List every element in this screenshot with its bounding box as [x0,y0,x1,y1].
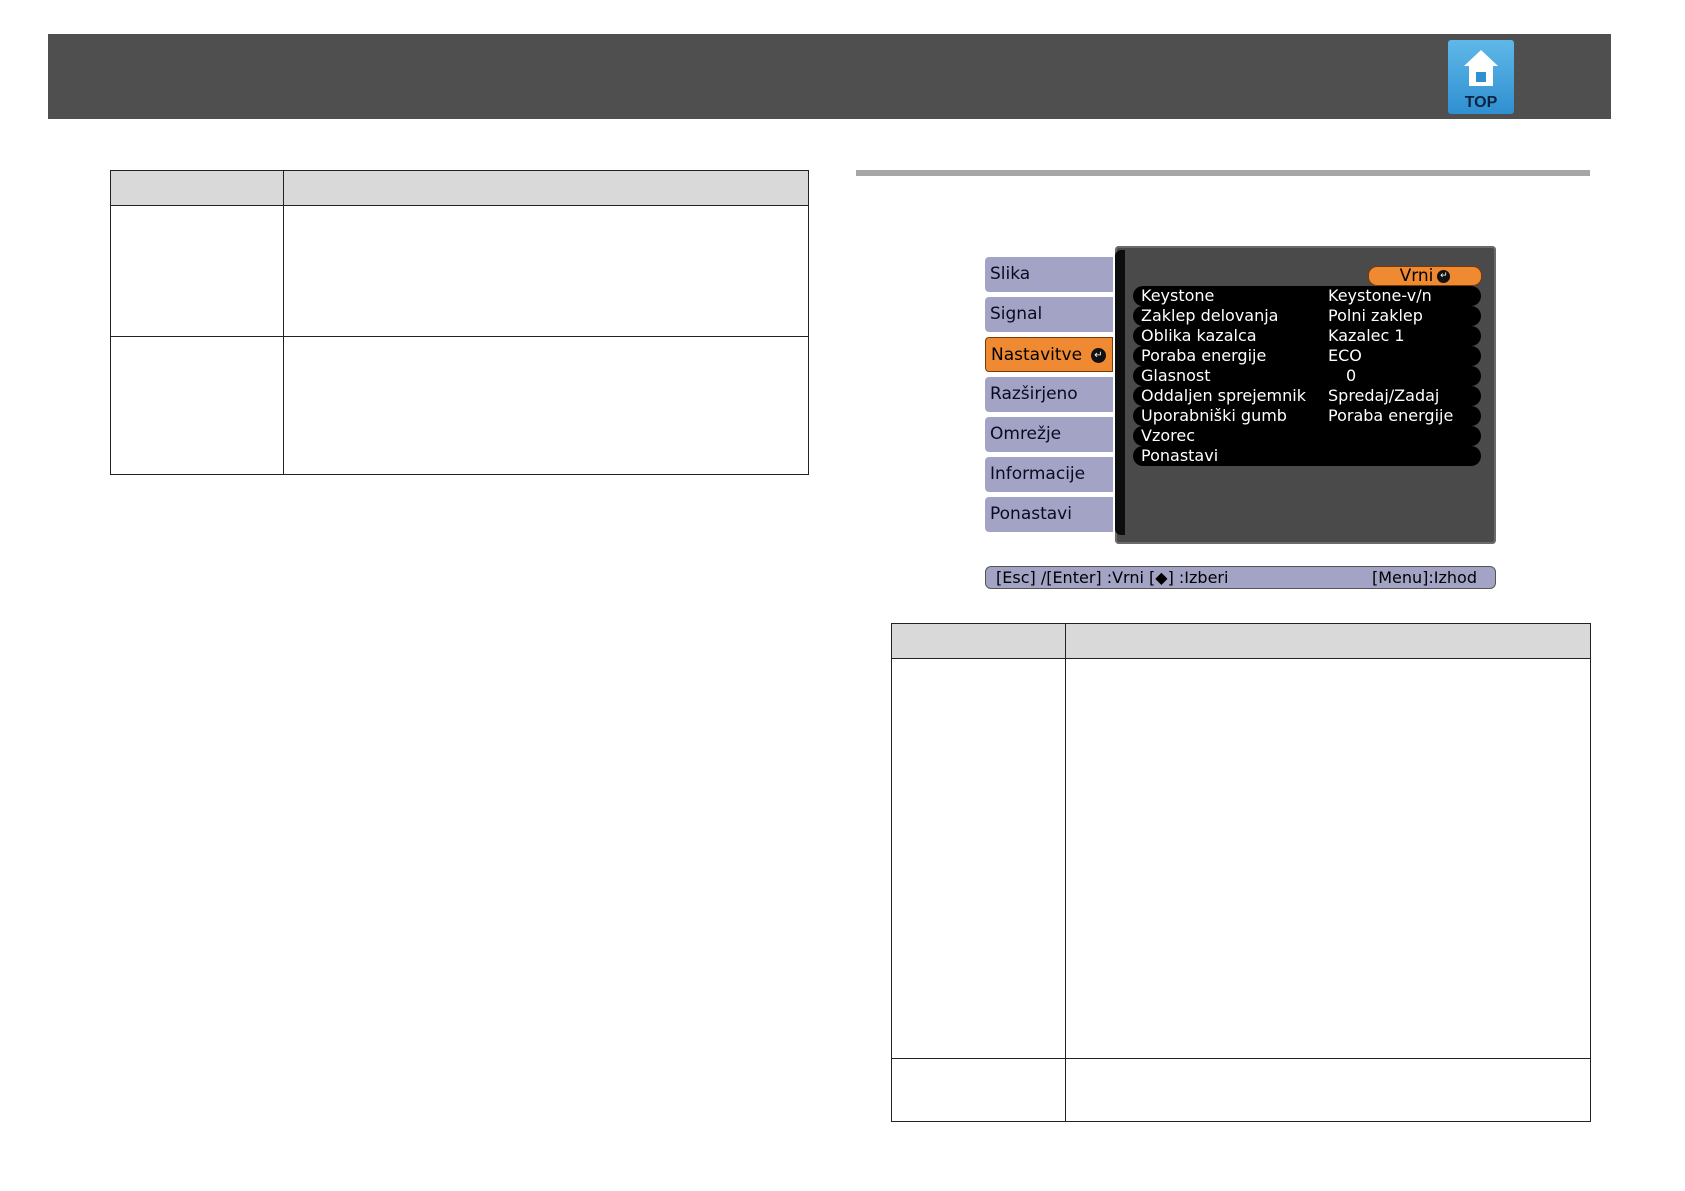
left-table-header-1 [110,170,284,206]
row-value: Polni zaklep [1328,306,1423,325]
help-left: [Esc] /[Enter] :Vrni [◆] :Izberi [996,568,1229,587]
row-value: Keystone-v/n [1328,286,1432,305]
right-table-header-1 [891,623,1066,659]
row-label: Glasnost [1141,366,1211,385]
table-cell [283,205,809,337]
menu-row-glasnost[interactable]: Glasnost 0 [1133,366,1481,386]
table-cell [1065,1058,1591,1122]
tab-label: Slika [990,264,1031,284]
house-roof [1464,50,1498,66]
tab-label: Ponastavi [990,504,1072,524]
left-table-header-2 [283,170,809,206]
tab-slika[interactable]: Slika [985,257,1113,292]
help-bar: [Esc] /[Enter] :Vrni [◆] :Izberi [Menu]:… [985,566,1496,589]
menu-row-oddaljen[interactable]: Oddaljen sprejemnik Spredaj/Zadaj [1133,386,1481,406]
tab-informacije[interactable]: Informacije [985,457,1113,492]
projector-menu: Slika Signal Nastavitve ↵ Razširjeno Omr… [985,246,1496,591]
menu-row-uporabniski[interactable]: Uporabniški gumb Poraba energije [1133,406,1481,426]
row-label: Poraba energije [1141,346,1267,365]
table-cell [110,205,284,337]
panel-shadow [1115,250,1125,535]
house-body [1469,66,1493,86]
tab-label: Omrežje [990,424,1062,444]
top-label: TOP [1464,94,1498,111]
tab-label: Signal [990,304,1043,324]
row-label: Uporabniški gumb [1141,406,1287,425]
settings-panel: Vrni ↵ Keystone Keystone-v/n Zaklep delova… [1115,246,1496,544]
row-value: ECO [1328,346,1362,365]
tab-label: Razširjeno [990,384,1078,404]
table-cell [1065,658,1591,1059]
left-table [110,170,809,475]
right-table [891,623,1591,1122]
tab-nastavitve[interactable]: Nastavitve ↵ [985,337,1113,372]
menu-rows: Keystone Keystone-v/n Zaklep delovanja Pol… [1133,286,1481,466]
menu-row-ponastavi[interactable]: Ponastavi [1133,446,1481,466]
return-button[interactable]: Vrni ↵ [1368,266,1482,286]
enter-icon: ↵ [1437,269,1451,283]
tab-label: Informacije [990,464,1086,484]
row-label: Oddaljen sprejemnik [1141,386,1306,405]
row-label: Oblika kazalca [1141,326,1257,345]
tab-omrezje[interactable]: Omrežje [985,417,1113,452]
menu-row-keystone[interactable]: Keystone Keystone-v/n [1133,286,1481,306]
section-rule [856,170,1590,176]
menu-row-zaklep[interactable]: Zaklep delovanja Polni zaklep [1133,306,1481,326]
tab-ponastavi[interactable]: Ponastavi [985,497,1113,532]
row-value: Poraba energije [1328,406,1454,425]
tab-label: Nastavitve [991,345,1083,365]
row-label: Ponastavi [1141,446,1219,465]
row-value: 0 [1346,366,1357,385]
help-right: [Menu]:Izhod [1371,568,1477,587]
row-label: Vzorec [1141,426,1195,445]
tab-signal[interactable]: Signal [985,297,1113,332]
return-label: Vrni [1399,266,1434,286]
top-home-icon[interactable]: TOP [1448,40,1514,114]
row-label: Keystone [1141,286,1215,305]
menu-row-poraba[interactable]: Poraba energije ECO [1133,346,1481,366]
menu-row-vzorec[interactable]: Vzorec [1133,426,1481,446]
tab-razsirjeno[interactable]: Razširjeno [985,377,1113,412]
enter-icon: ↵ [1091,348,1106,363]
row-value: Kazalec 1 [1328,326,1405,345]
table-cell [891,1058,1066,1122]
row-value: Spredaj/Zadaj [1328,386,1440,405]
table-cell [283,336,809,475]
table-cell [110,336,284,475]
right-table-header-2 [1065,623,1591,659]
row-label: Zaklep delovanja [1141,306,1279,325]
menu-row-oblika[interactable]: Oblika kazalca Kazalec 1 [1133,326,1481,346]
header-bar [48,34,1611,119]
table-cell [891,658,1066,1059]
